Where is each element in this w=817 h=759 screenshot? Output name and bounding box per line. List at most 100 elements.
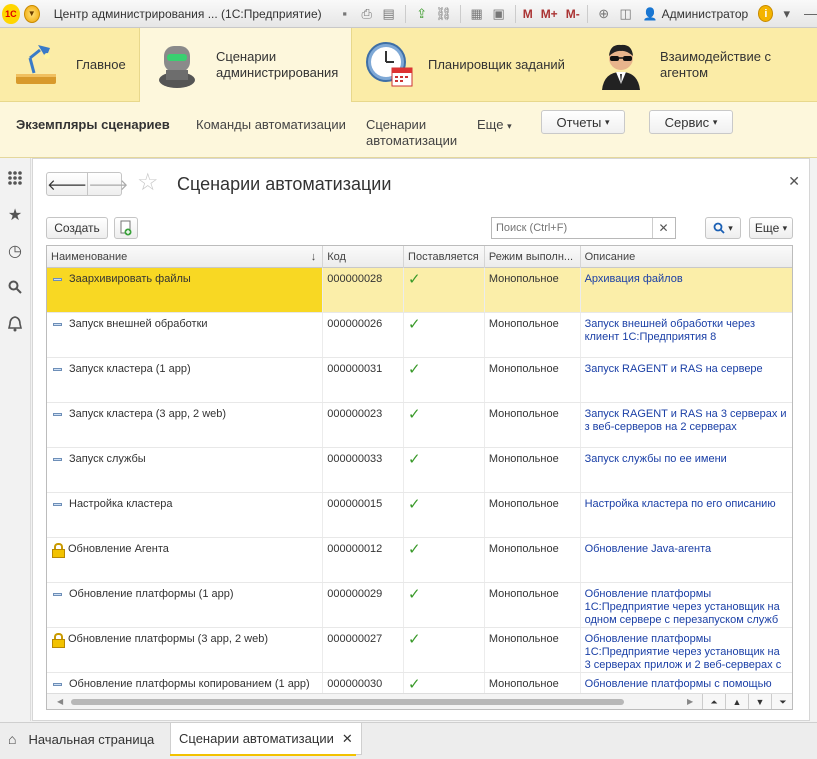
scroll-right-icon[interactable]: ▶ (687, 697, 693, 706)
copy-icon (120, 220, 132, 236)
copy-button[interactable] (114, 217, 138, 239)
column-header-code[interactable]: Код (323, 246, 405, 268)
more-button[interactable]: Еще ▾ (749, 217, 793, 239)
more-menu[interactable]: Еще ▾ (477, 117, 512, 134)
favorites-star-icon[interactable]: ★ (5, 205, 25, 225)
link-scenario-instances[interactable]: Экземпляры сценариев (16, 117, 170, 133)
page-up-icon[interactable]: ▲ (725, 694, 748, 709)
main-menu-button[interactable]: ▼ (23, 4, 40, 23)
calendar-icon[interactable]: ▣ (490, 5, 508, 23)
upload-icon[interactable]: ⇪ (413, 5, 431, 23)
close-tab-icon[interactable]: ✕ (342, 731, 353, 747)
tab-home[interactable]: ⌂ Начальная страница (8, 723, 154, 755)
item-marker-icon (53, 503, 62, 506)
table-row[interactable]: Обновление платформы (1 app) 000000029 ✓ Мо… (47, 583, 792, 628)
page-down-icon[interactable]: ▼ (748, 694, 771, 709)
item-marker-icon (53, 368, 62, 371)
agent-icon (596, 40, 646, 90)
reports-button[interactable]: Отчеты ▾ (541, 110, 625, 134)
cell-name-text: Запуск внешней обработки (69, 318, 208, 330)
table-row[interactable]: Запуск внешней обработки 000000026 ✓ Монопо… (47, 313, 792, 358)
chevron-down-icon: ▾ (507, 121, 512, 131)
column-header-supplied[interactable]: Поставляется (404, 246, 485, 268)
table-row[interactable]: Запуск кластера (1 app) 000000031 ✓ Монопол… (47, 358, 792, 403)
all-functions-grid-icon[interactable] (5, 168, 25, 188)
panels-icon[interactable]: ◫ (617, 5, 635, 23)
dropdown-arrow-icon[interactable]: ▾ (783, 6, 790, 22)
home-icon: ⌂ (8, 731, 17, 747)
table-row[interactable]: Заархивировать файлы 000000028 ✓ Монопольно… (47, 268, 792, 313)
close-icon[interactable]: ✕ (788, 173, 800, 190)
link-icon[interactable]: ⛓ (435, 5, 453, 23)
table-row[interactable]: Запуск службы 000000033 ✓ Монопольное Запуск… (47, 448, 792, 493)
search-icon[interactable] (5, 277, 25, 297)
info-icon[interactable]: i (758, 5, 774, 22)
link-automation-scenarios[interactable]: Сценарии автоматизации (366, 117, 457, 149)
open-windows-bar: ⌂ Начальная страница Сценарии автоматиза… (0, 722, 817, 759)
link-automation-commands[interactable]: Команды автоматизации (196, 117, 346, 133)
add-to-favorites-star-icon[interactable]: ☆ (137, 171, 159, 195)
calculator-icon[interactable]: ▦ (468, 5, 486, 23)
section-main[interactable]: Главное (0, 28, 139, 102)
column-header-name[interactable]: Наименование ↓ (47, 246, 324, 268)
cell-code: 000000028 (323, 268, 405, 312)
search-options-button[interactable]: ▾ (705, 217, 741, 239)
cell-code: 000000015 (323, 493, 405, 537)
cell-name: Обновление Агента (47, 538, 324, 582)
cell-name-text: Заархивировать файлы (69, 273, 191, 285)
cell-mode: Монопольное (485, 403, 581, 447)
service-button[interactable]: Сервис ▾ (649, 110, 733, 134)
create-button[interactable]: Создать (46, 217, 108, 239)
cell-name: Запуск внешней обработки (47, 313, 324, 357)
column-header-description[interactable]: Описание (581, 246, 792, 268)
memory-m-button[interactable]: M (523, 7, 533, 21)
form-title: Сценарии автоматизации (177, 174, 392, 194)
column-header-mode[interactable]: Режим выполн... (485, 246, 581, 268)
cell-mode: Монопольное (485, 448, 581, 492)
clear-search-icon[interactable]: ✕ (652, 218, 674, 238)
more-label: Еще (754, 221, 780, 235)
search-field[interactable]: ✕ (491, 217, 676, 239)
zoom-icon[interactable]: ⊕ (595, 5, 613, 23)
cell-code: 000000027 (323, 628, 405, 672)
info-text: i (764, 7, 768, 20)
memory-minus-button[interactable]: M- (566, 7, 580, 21)
tab-automation-scenarios[interactable]: Сценарии автоматизации ✕ (170, 723, 362, 755)
table-row[interactable]: Запуск кластера (3 app, 2 web) 000000023 ✓… (47, 403, 792, 448)
table-row[interactable]: Обновление платформы (3 app, 2 web) 00000… (47, 628, 792, 673)
back-arrow-icon[interactable]: 🡐 (47, 173, 87, 195)
print-icon[interactable]: ⎙ (358, 5, 376, 23)
toolbar-divider (586, 4, 588, 23)
minimize-icon[interactable]: — (804, 6, 817, 21)
section-label-line: агентом (660, 65, 709, 80)
notifications-bell-icon[interactable] (5, 314, 25, 334)
page-last-icon[interactable]: ⏷ (771, 694, 792, 709)
cell-name: Запуск кластера (3 app, 2 web) (47, 403, 324, 447)
clock-calendar-icon (364, 40, 414, 90)
save-icon[interactable]: ▪ (336, 5, 354, 23)
current-user[interactable]: 👤 Администратор (643, 7, 749, 21)
page-first-icon[interactable]: ⏶ (702, 694, 725, 709)
chevron-down-icon: ▾ (712, 116, 718, 127)
search-input[interactable] (492, 222, 652, 234)
scenarios-table: Наименование ↓ Код Поставляется Режим вып… (46, 245, 793, 710)
horizontal-scrollbar[interactable]: ◀ ▶ ⏶ ▲ ▼ ⏷ (47, 693, 792, 709)
scrollbar-thumb[interactable] (71, 699, 624, 705)
table-header: Наименование ↓ Код Поставляется Режим вып… (47, 246, 792, 268)
scroll-left-icon[interactable]: ◀ (57, 697, 63, 706)
chevron-down-icon: ▾ (728, 222, 733, 233)
section-admin-scenarios[interactable]: Сценарии администрирования (139, 28, 352, 102)
sections-panel: Главное Сценарии администрирования Плани… (0, 28, 817, 102)
table-row[interactable]: Обновление Агента 000000012 ✓ Монопольное Об… (47, 538, 792, 583)
section-agent-interaction[interactable]: Взаимодействие с агентом (584, 28, 817, 102)
cell-description: Обновление Java-агента (584, 543, 712, 555)
table-row[interactable]: Настройка кластера 000000015 ✓ Монопольное Н… (47, 493, 792, 538)
cell-description: Запуск внешней обработки через клиент 1С… (584, 318, 756, 343)
section-task-scheduler[interactable]: Планировщик заданий (352, 28, 584, 102)
active-tab-indicator (170, 754, 356, 756)
memory-plus-button[interactable]: M+ (541, 7, 558, 21)
section-label-line: Планировщик заданий (428, 57, 565, 72)
preview-icon[interactable]: ▤ (380, 5, 398, 23)
forward-arrow-icon[interactable]: 🡒 (87, 173, 128, 195)
history-icon[interactable]: ◷ (5, 241, 25, 261)
